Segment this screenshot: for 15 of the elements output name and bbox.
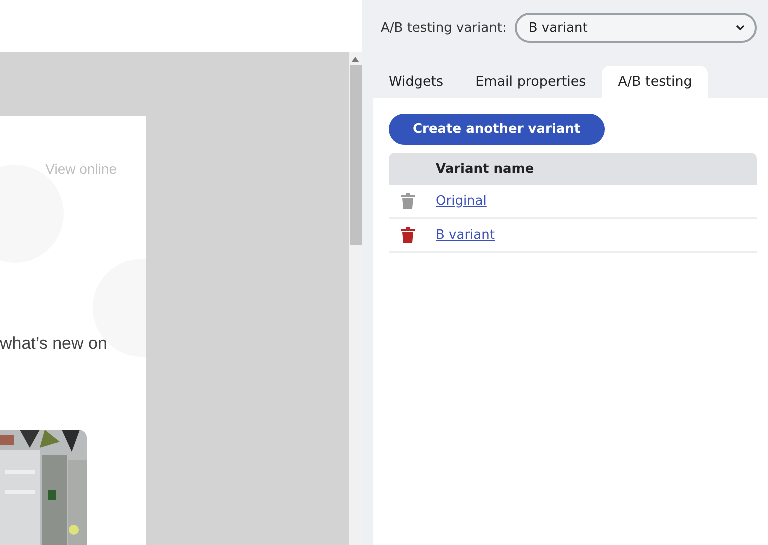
tab[interactable]: Email properties bbox=[460, 66, 602, 98]
tab[interactable]: Widgets bbox=[373, 66, 460, 98]
scrollbar-thumb[interactable] bbox=[350, 65, 362, 245]
variant-link[interactable]: B variant bbox=[436, 228, 495, 242]
tab[interactable]: A/B testing bbox=[602, 66, 708, 98]
scrollbar[interactable] bbox=[349, 52, 362, 545]
trash-icon[interactable] bbox=[401, 227, 415, 243]
create-variant-button[interactable]: Create another variant bbox=[389, 114, 605, 145]
variant-link[interactable]: Original bbox=[436, 194, 487, 208]
variant-select[interactable]: B variant bbox=[514, 13, 757, 43]
column-header: Variant name bbox=[436, 162, 534, 176]
body-text: what’s new on bbox=[0, 334, 108, 354]
chevron-down-icon bbox=[736, 25, 745, 31]
variant-label: A/B testing variant: bbox=[381, 20, 507, 36]
scroll-up-icon[interactable] bbox=[352, 57, 359, 62]
